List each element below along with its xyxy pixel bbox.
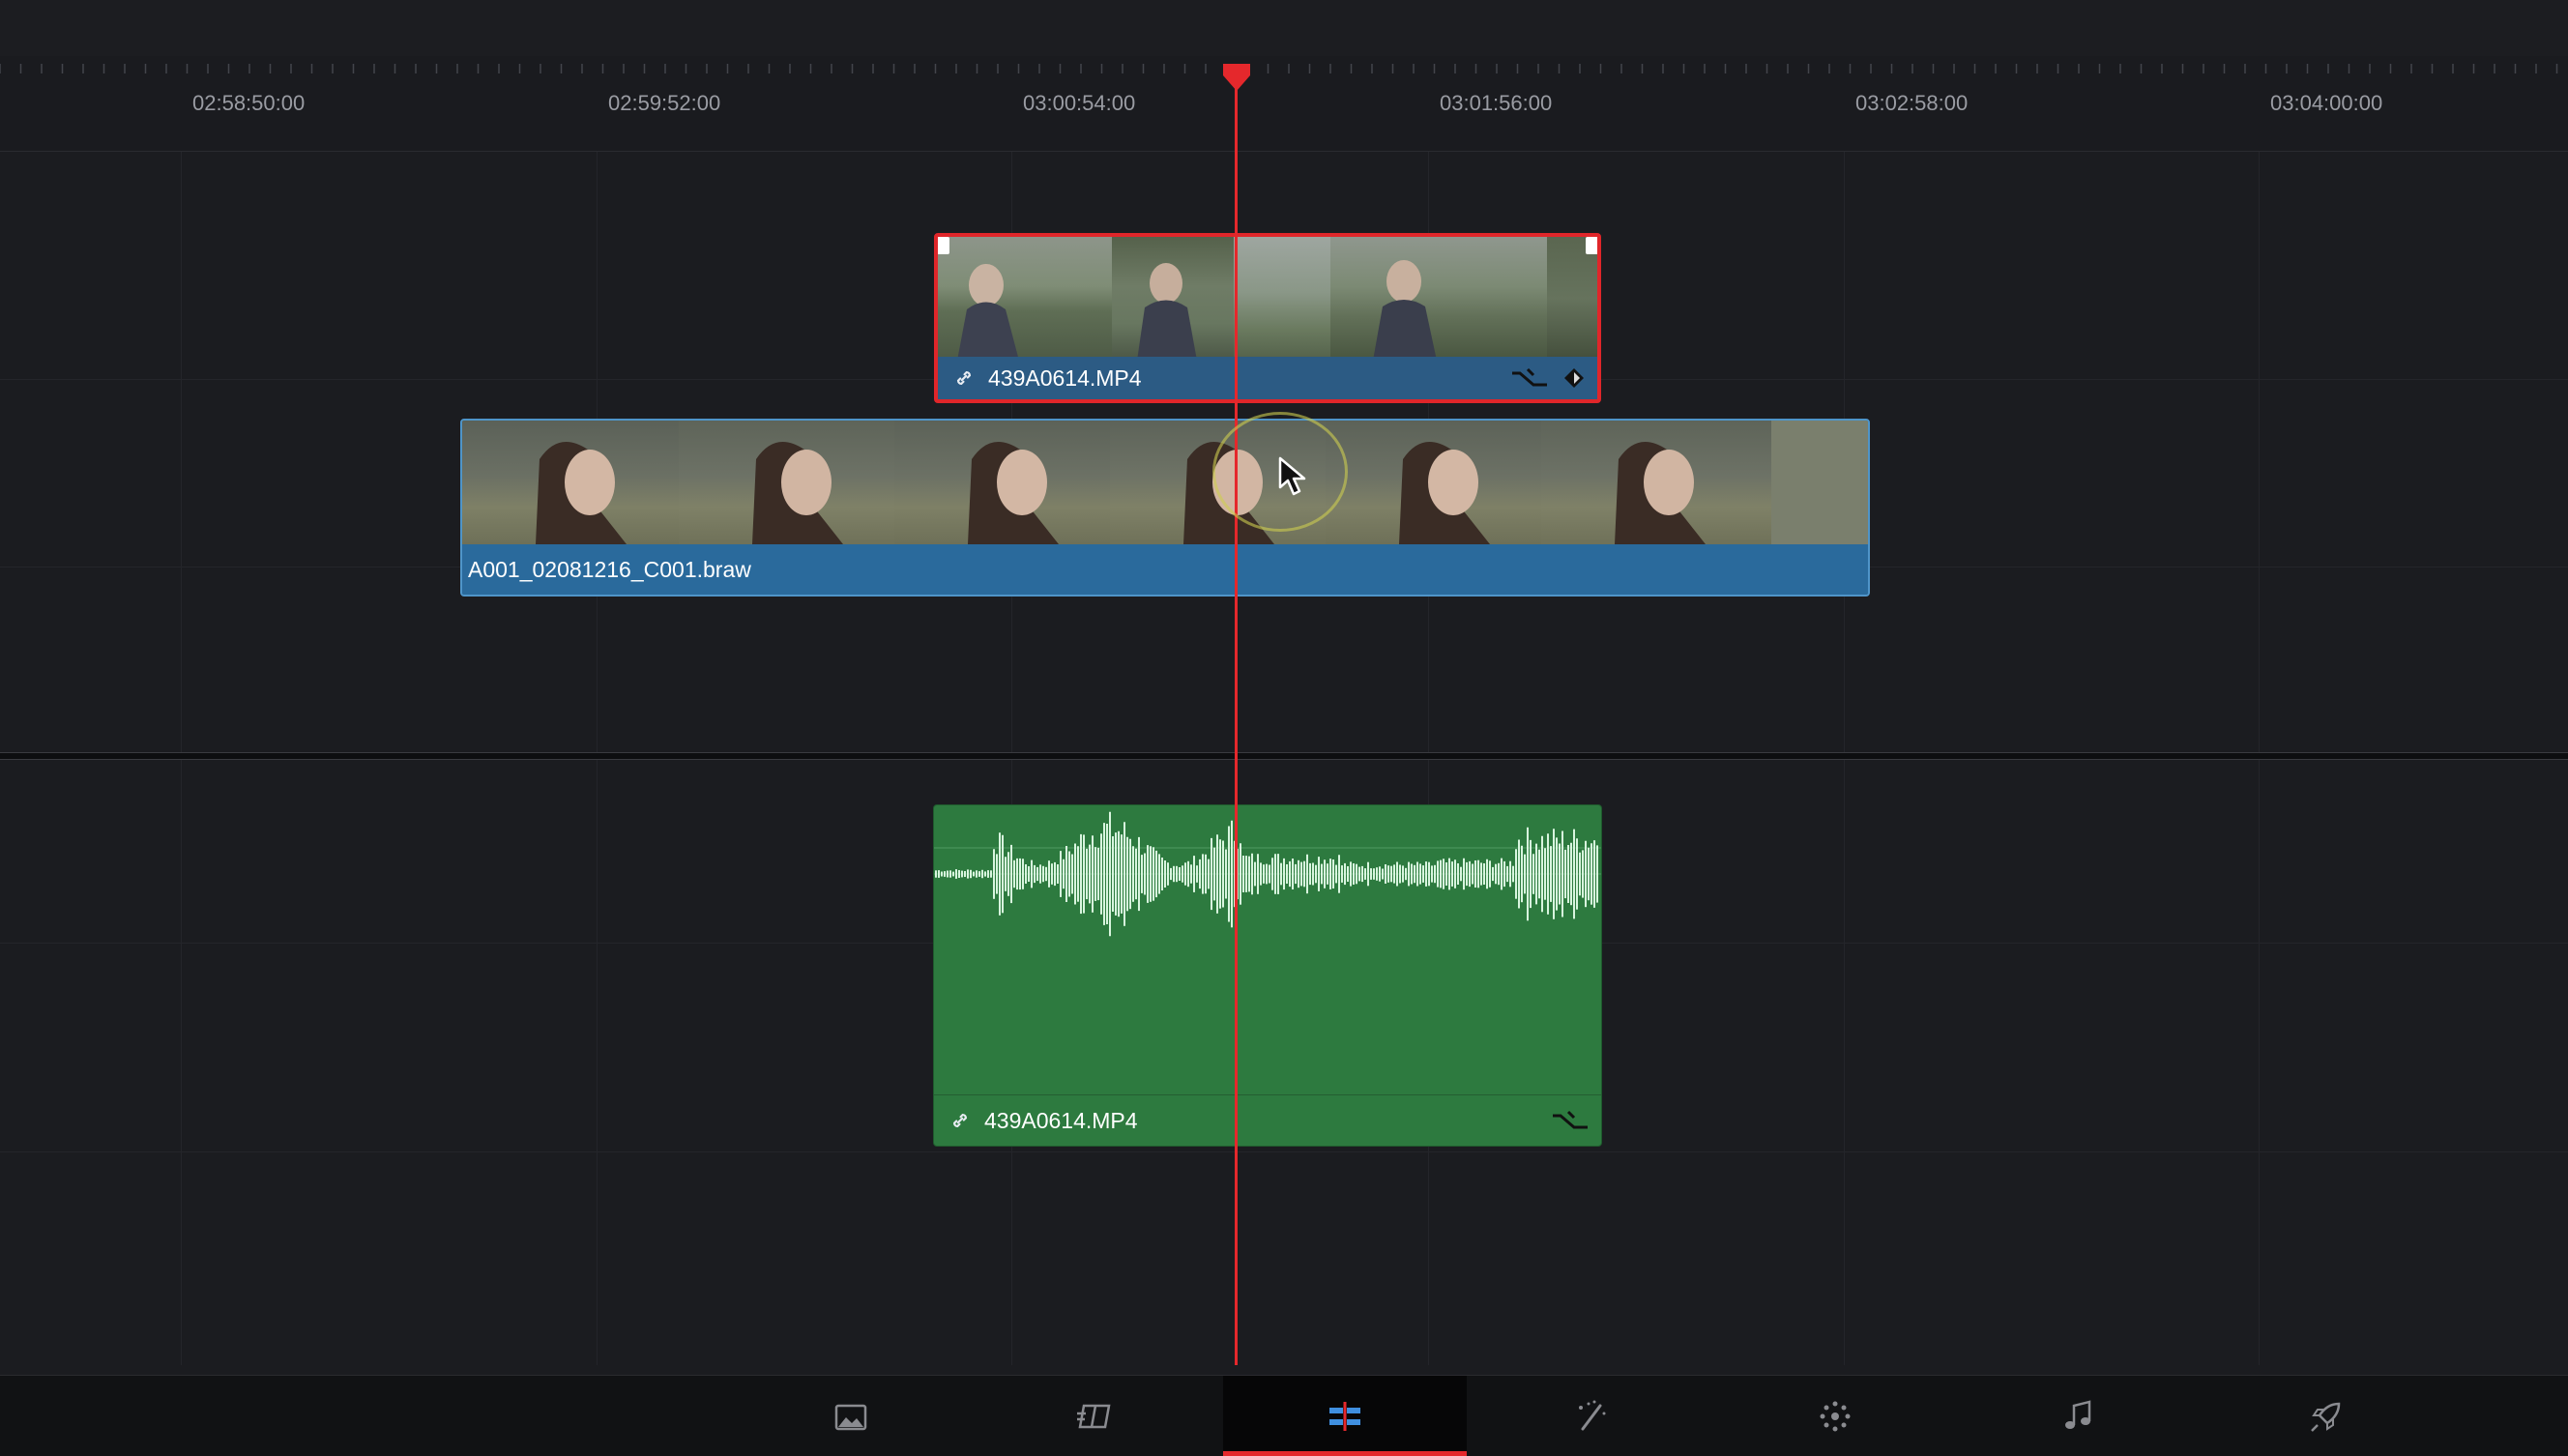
mouse-cursor-icon — [1278, 456, 1306, 496]
video-clip-A001[interactable]: A001_02081216_C001.braw — [460, 419, 1870, 597]
ruler-timecode: 03:04:00:00 — [2270, 91, 2383, 115]
page-tab-media[interactable] — [729, 1376, 973, 1456]
video-audio-divider[interactable] — [0, 752, 2568, 760]
clip-label-bar: 439A0614.MP4 — [938, 357, 1597, 399]
playhead-line[interactable] — [1235, 75, 1238, 1365]
link-icon — [952, 1113, 968, 1128]
clip-name: 439A0614.MP4 — [984, 1107, 1138, 1133]
track-separator — [0, 1151, 2568, 1152]
audio-waveform — [934, 811, 1601, 937]
top-toolbar — [0, 0, 2568, 57]
audio-clip-439A0614[interactable]: 439A0614.MP4 — [933, 804, 1602, 1147]
ruler-ticks — [0, 64, 2558, 73]
link-icon — [956, 370, 972, 386]
music-note-icon — [2065, 1399, 2091, 1429]
page-tab-color[interactable] — [1713, 1376, 1957, 1456]
ruler-timecode: 02:58:50:00 — [192, 91, 306, 115]
clip-name: A001_02081216_C001.braw — [468, 556, 751, 582]
trim-handle-left[interactable] — [938, 237, 949, 254]
ruler-timecode: 02:59:52:00 — [608, 91, 721, 115]
ruler-timecode: 03:00:54:00 — [1023, 91, 1136, 115]
clip-label-bar: 439A0614.MP4 — [934, 1094, 1601, 1146]
color-icon — [1820, 1401, 1851, 1431]
trim-handle-right[interactable] — [1586, 237, 1597, 254]
edit-icon — [1329, 1401, 1360, 1431]
ruler-timecode: 03:02:58:00 — [1855, 91, 1969, 115]
page-tab-deliver[interactable] — [2204, 1376, 2448, 1456]
cut-icon — [1077, 1404, 1111, 1428]
page-tab-fusion[interactable] — [1470, 1376, 1713, 1456]
clip-thumbnails — [938, 237, 1597, 361]
rocket-icon — [2311, 1402, 2341, 1432]
timeline-ruler[interactable]: 02:58:50:00 02:59:52:00 03:00:54:00 03:0… — [0, 56, 2568, 152]
playhead-handle-icon[interactable] — [1221, 62, 1252, 93]
thumbnail-figures — [536, 442, 1706, 544]
clip-thumbnails — [462, 421, 1868, 544]
curve-icon[interactable] — [1551, 1108, 1590, 1133]
page-tab-edit[interactable] — [1223, 1376, 1467, 1456]
ruler-timecode: 03:01:56:00 — [1440, 91, 1553, 115]
media-icon — [834, 1404, 867, 1430]
curve-icon[interactable] — [1510, 365, 1549, 391]
thumbnail-figures — [957, 260, 1437, 361]
page-navigation-bar — [0, 1375, 2568, 1456]
page-tab-cut[interactable] — [973, 1376, 1216, 1456]
clip-label-bar: A001_02081216_C001.braw — [462, 544, 1868, 595]
video-clip-439A0614[interactable]: 439A0614.MP4 — [934, 233, 1601, 403]
fusion-icon — [1579, 1400, 1606, 1430]
page-tab-fairlight[interactable] — [1957, 1376, 2201, 1456]
clip-name: 439A0614.MP4 — [988, 364, 1142, 391]
keyframe-icon[interactable] — [1562, 366, 1586, 390]
